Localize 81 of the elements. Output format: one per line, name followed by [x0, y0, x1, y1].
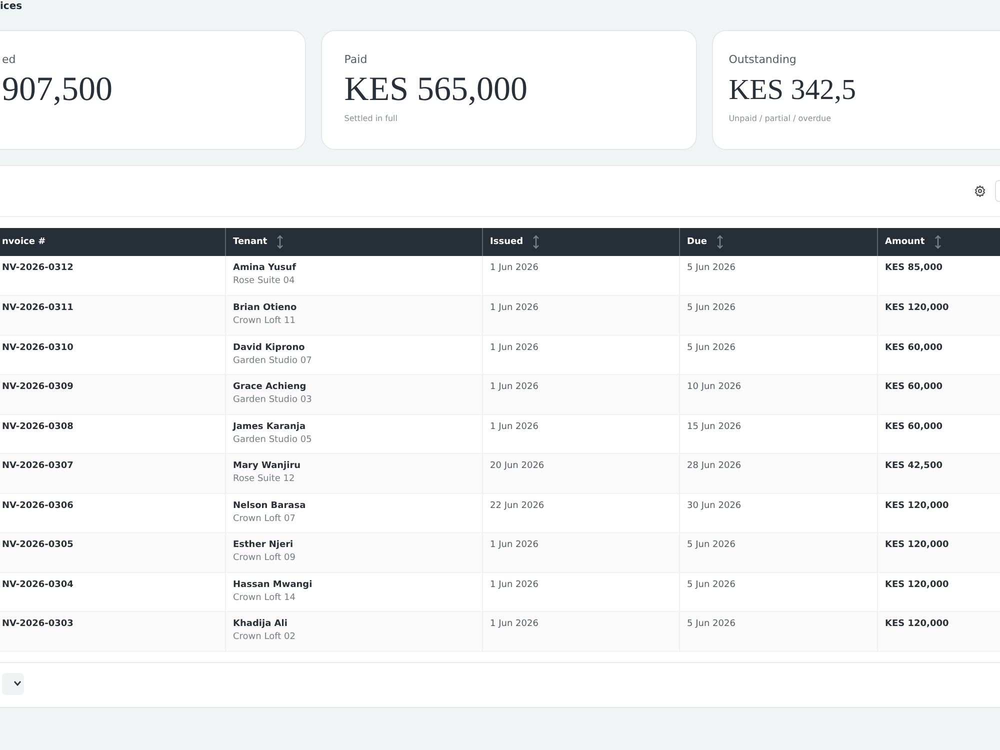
- column-header[interactable]: Due: [680, 228, 878, 256]
- invoice-number: NV-2026-0307: [2, 461, 74, 471]
- amount: KES 85,000: [885, 263, 942, 273]
- unit-name: Rose Suite 04: [233, 276, 296, 286]
- amount: KES 42,500: [885, 461, 942, 471]
- page-title: ices: [0, 0, 24, 14]
- card-note: Settled in full: [344, 114, 399, 123]
- invoice-number: NV-2026-0312: [2, 263, 74, 273]
- column-header[interactable]: Amount: [878, 228, 1000, 256]
- tenant-name: Amina Yusuf: [233, 263, 298, 273]
- card-label: Outstanding: [728, 53, 798, 66]
- card-value: 907,500: [2, 70, 114, 110]
- unit-name: Crown Loft 02: [233, 632, 296, 642]
- unit-name: Rose Suite 12: [233, 474, 296, 484]
- amount: KES 120,000: [885, 540, 949, 550]
- invoice-number: NV-2026-0310: [2, 342, 74, 352]
- tenant-name: Esther Njeri: [233, 540, 294, 550]
- sort-icon[interactable]: [934, 235, 942, 249]
- invoice-number: NV-2026-0303: [2, 619, 74, 629]
- tenant-name: David Kiprono: [233, 342, 306, 352]
- amount: KES 120,000: [885, 619, 949, 629]
- issued-date: 1 Jun 2026: [490, 422, 538, 432]
- card-value: KES 565,000: [344, 70, 529, 110]
- unit-name: Crown Loft 07: [233, 514, 296, 524]
- issued-date: 1 Jun 2026: [490, 342, 538, 352]
- unit-name: Crown Loft 09: [233, 553, 296, 563]
- issued-date: 1 Jun 2026: [490, 619, 538, 629]
- invoice-number: NV-2026-0304: [2, 580, 74, 590]
- due-date: 5 Jun 2026: [687, 580, 736, 590]
- page-size-select[interactable]: [2, 672, 24, 694]
- chevron-down-icon: [14, 681, 21, 686]
- sort-icon[interactable]: [276, 235, 284, 249]
- amount: KES 60,000: [885, 382, 942, 392]
- sort-icon[interactable]: [716, 235, 724, 249]
- tenant-name: Grace Achieng: [233, 382, 308, 392]
- due-date: 5 Jun 2026: [687, 263, 736, 273]
- due-date: 5 Jun 2026: [687, 619, 736, 629]
- due-date: 28 Jun 2026: [687, 461, 742, 471]
- sort-icon[interactable]: [532, 235, 540, 249]
- due-date: 5 Jun 2026: [687, 540, 736, 550]
- unit-name: Garden Studio 03: [233, 395, 313, 405]
- issued-date: 1 Jun 2026: [490, 540, 538, 550]
- issued-date: 1 Jun 2026: [490, 303, 538, 313]
- card-label: ed: [2, 53, 17, 66]
- tenant-name: Khadija Ali: [233, 619, 288, 629]
- invoice-number: NV-2026-0306: [2, 500, 74, 510]
- column-header[interactable]: Tenant: [226, 228, 482, 256]
- due-date: 30 Jun 2026: [687, 500, 742, 510]
- due-date: 10 Jun 2026: [687, 382, 742, 392]
- tenant-name: Hassan Mwangi: [233, 580, 314, 590]
- invoice-number: NV-2026-0308: [2, 422, 74, 432]
- unit-name: Garden Studio 07: [233, 356, 313, 366]
- amount: KES 120,000: [885, 580, 949, 590]
- card-value: KES 342,5: [728, 73, 857, 108]
- due-date: 5 Jun 2026: [687, 303, 736, 313]
- unit-name: Crown Loft 14: [233, 592, 296, 602]
- invoice-number: NV-2026-0311: [2, 303, 74, 313]
- due-date: 5 Jun 2026: [687, 342, 736, 352]
- issued-date: 1 Jun 2026: [490, 580, 538, 590]
- card-note: Unpaid / partial / overdue: [728, 114, 832, 123]
- column-header[interactable]: Issued: [482, 228, 680, 256]
- amount: KES 60,000: [885, 422, 942, 432]
- tenant-name: Mary Wanjiru: [233, 461, 302, 471]
- tenant-name: Brian Otieno: [233, 303, 298, 313]
- column-header[interactable]: nvoice #: [0, 228, 226, 256]
- due-date: 15 Jun 2026: [687, 422, 742, 432]
- invoice-number: NV-2026-0309: [2, 382, 74, 392]
- issued-date: 1 Jun 2026: [490, 382, 538, 392]
- card-label: Paid: [344, 53, 368, 66]
- unit-name: Garden Studio 05: [233, 434, 313, 444]
- issued-date: 22 Jun 2026: [490, 500, 544, 510]
- issued-date: 1 Jun 2026: [490, 263, 538, 273]
- settings-icon[interactable]: [974, 185, 986, 197]
- amount: KES 120,000: [885, 303, 949, 313]
- tenant-name: Nelson Barasa: [233, 500, 307, 510]
- unit-name: Crown Loft 11: [233, 316, 296, 326]
- tenant-name: James Karanja: [233, 422, 307, 432]
- issued-date: 20 Jun 2026: [490, 461, 544, 471]
- invoice-number: NV-2026-0305: [2, 540, 74, 550]
- amount: KES 120,000: [885, 500, 949, 510]
- amount: KES 60,000: [885, 342, 942, 352]
